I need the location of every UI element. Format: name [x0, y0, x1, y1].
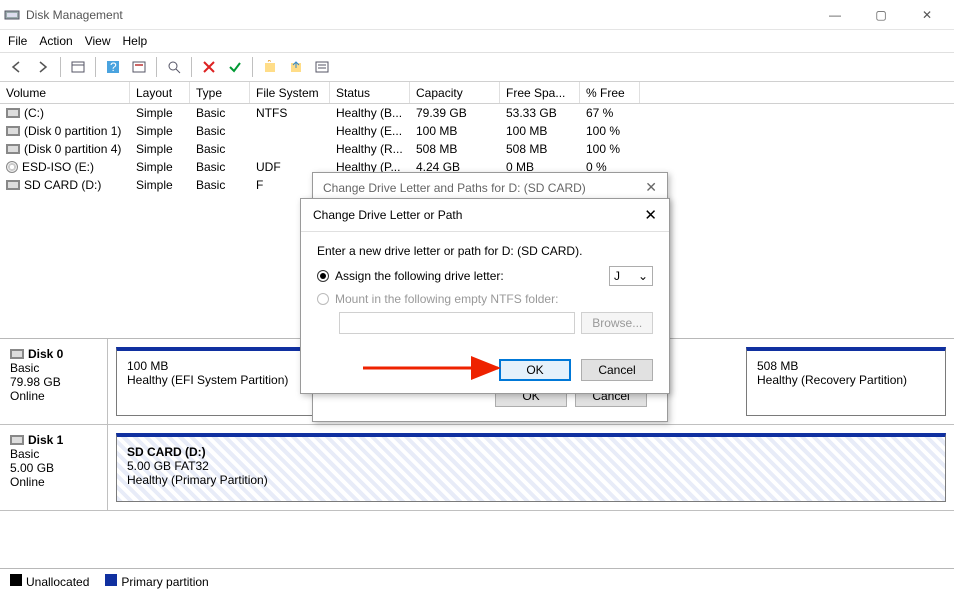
menu-file[interactable]: File	[8, 34, 27, 48]
legend: Unallocated Primary partition	[0, 568, 954, 594]
chevron-down-icon: ⌄	[638, 269, 648, 283]
dialog2-cancel-button[interactable]: Cancel	[581, 359, 653, 381]
col-volume[interactable]: Volume	[0, 82, 130, 103]
radio-assign-letter[interactable]	[317, 270, 329, 282]
delete-button[interactable]	[198, 56, 220, 78]
list-button[interactable]	[311, 56, 333, 78]
dialog2-ok-button[interactable]: OK	[499, 359, 571, 381]
browse-button: Browse...	[581, 312, 653, 334]
drive-icon	[6, 180, 20, 190]
volume-row[interactable]: (C:)SimpleBasicNTFSHealthy (B...79.39 GB…	[0, 104, 954, 122]
dialog1-title: Change Drive Letter and Paths for D: (SD…	[323, 181, 586, 195]
drive-icon	[6, 144, 20, 154]
dialog1-close-icon[interactable]: ✕	[645, 179, 657, 196]
forward-button[interactable]	[32, 56, 54, 78]
col-filesystem[interactable]: File System	[250, 82, 330, 103]
col-type[interactable]: Type	[190, 82, 250, 103]
col-capacity[interactable]: Capacity	[410, 82, 500, 103]
titlebar: Disk Management — ▢ ✕	[0, 0, 954, 30]
menu-action[interactable]: Action	[39, 34, 72, 48]
volume-row[interactable]: (Disk 0 partition 4)SimpleBasicHealthy (…	[0, 140, 954, 158]
close-button[interactable]: ✕	[904, 0, 950, 30]
disk-header-1[interactable]: Disk 1 Basic 5.00 GB Online	[0, 425, 108, 510]
menu-view[interactable]: View	[85, 34, 111, 48]
dialog2-title: Change Drive Letter or Path	[313, 208, 462, 222]
partition-recovery[interactable]: 508 MB Healthy (Recovery Partition)	[746, 347, 946, 416]
settings-button[interactable]	[128, 56, 150, 78]
drive-letter-combo[interactable]: J ⌄	[609, 266, 653, 286]
col-freespace[interactable]: Free Spa...	[500, 82, 580, 103]
volume-table-header: Volume Layout Type File System Status Ca…	[0, 82, 954, 104]
mount-path-input	[339, 312, 575, 334]
disk-row-1: Disk 1 Basic 5.00 GB Online SD CARD (D:)…	[0, 425, 954, 511]
maximize-button[interactable]: ▢	[858, 0, 904, 30]
dialog2-intro: Enter a new drive letter or path for D: …	[317, 244, 653, 258]
new-button[interactable]: *	[259, 56, 281, 78]
new-up-button[interactable]	[285, 56, 307, 78]
svg-text:*: *	[267, 60, 272, 69]
view-button[interactable]	[67, 56, 89, 78]
partition-sdcard[interactable]: SD CARD (D:) 5.00 GB FAT32 Healthy (Prim…	[116, 433, 946, 502]
radio-mount-folder[interactable]	[317, 293, 329, 305]
partition-efi[interactable]: 100 MB Healthy (EFI System Partition)	[116, 347, 316, 416]
svg-text:?: ?	[110, 60, 117, 74]
label-assign-letter: Assign the following drive letter:	[335, 269, 504, 283]
checkmark-button[interactable]	[224, 56, 246, 78]
app-icon	[4, 7, 20, 23]
col-pctfree[interactable]: % Free	[580, 82, 640, 103]
help-button[interactable]: ?	[102, 56, 124, 78]
disk-header-0[interactable]: Disk 0 Basic 79.98 GB Online	[0, 339, 108, 424]
explore-button[interactable]	[163, 56, 185, 78]
dialog2-close-icon[interactable]: ✕	[644, 206, 657, 224]
col-layout[interactable]: Layout	[130, 82, 190, 103]
dialog-change-letter: Change Drive Letter or Path ✕ Enter a ne…	[300, 198, 670, 394]
menu-help[interactable]: Help	[123, 34, 148, 48]
label-mount-folder: Mount in the following empty NTFS folder…	[335, 292, 558, 306]
volume-row[interactable]: (Disk 0 partition 1)SimpleBasicHealthy (…	[0, 122, 954, 140]
back-button[interactable]	[6, 56, 28, 78]
drive-icon	[6, 161, 18, 173]
menubar: File Action View Help	[0, 30, 954, 52]
toolbar: ? *	[0, 52, 954, 82]
minimize-button[interactable]: —	[812, 0, 858, 30]
col-status[interactable]: Status	[330, 82, 410, 103]
window-title: Disk Management	[26, 8, 812, 22]
drive-icon	[6, 108, 20, 118]
drive-icon	[6, 126, 20, 136]
